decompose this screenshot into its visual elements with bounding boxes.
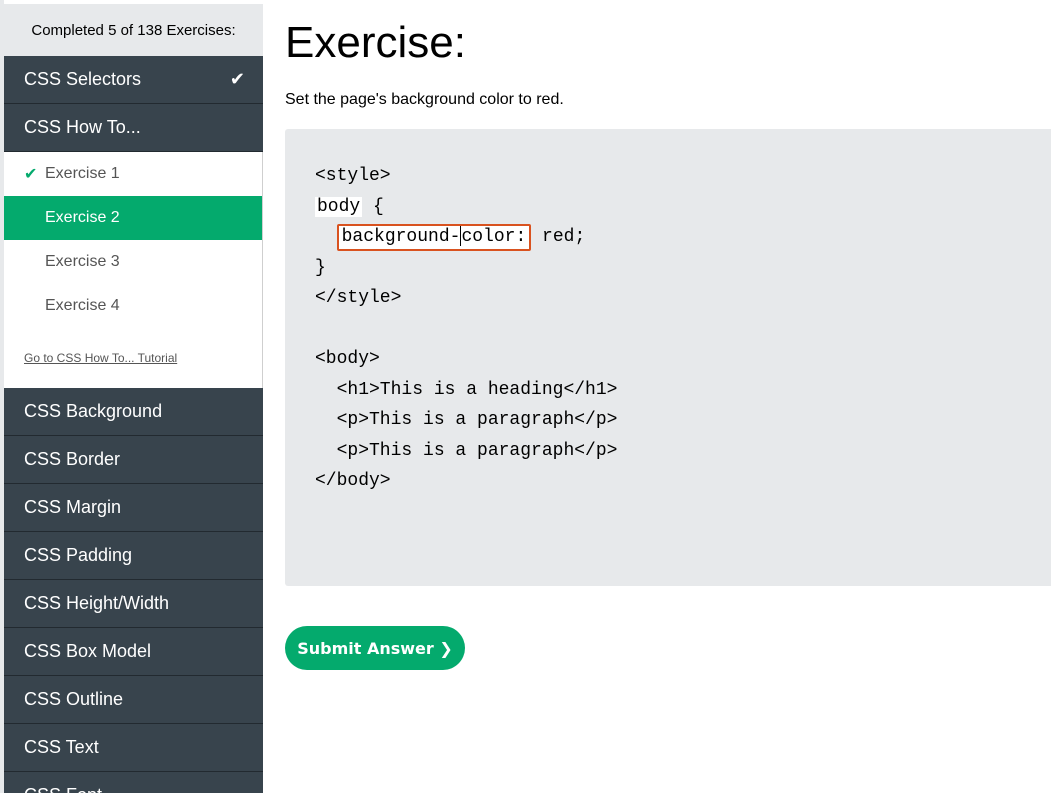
sidebar-category-css-padding[interactable]: CSS Padding [4,532,263,580]
tutorial-link[interactable]: Go to CSS How To... Tutorial [4,328,262,388]
code-selector: body [315,196,363,217]
category-label: CSS How To... [24,117,141,137]
answer-text-after-caret: color: [461,227,527,247]
category-label: CSS Padding [24,545,133,565]
category-label: CSS Text [24,737,99,757]
code-line: } [315,257,326,278]
code-line: </style> [315,288,402,308]
exercise-instruction: Set the page's background color to red. [285,91,564,108]
exercise-item-2[interactable]: Exercise 2 [4,196,262,240]
category-label: CSS Background [24,401,163,421]
sidebar-category-css-box-model[interactable]: CSS Box Model [4,628,263,676]
check-icon: ✔ [24,166,38,183]
code-line: <p>This is a paragraph</p> [315,440,618,461]
code-line: background-color: red; [315,222,1021,253]
main-content: Exercise: Set the page's background colo… [285,0,1051,670]
code-editor: <style> body { background-color: red; } … [285,129,1051,586]
category-label: CSS Font [24,785,102,793]
answer-text-before-caret: background- [341,227,461,247]
code-line: <body> [315,349,380,369]
sidebar-category-css-height-width[interactable]: CSS Height/Width [4,580,263,628]
code-line: </body> [315,471,391,491]
code-line: <style> [315,166,391,186]
code-line: <h1>This is a heading</h1> [315,379,618,400]
exercise-label: Exercise 1 [45,165,120,182]
page-title: Exercise: [285,18,466,67]
exercise-label: Exercise 2 [45,209,120,226]
sidebar-category-css-how-to[interactable]: CSS How To... [4,104,263,152]
category-label: CSS Selectors [24,69,142,89]
category-label: CSS Border [24,449,121,469]
category-label: CSS Margin [24,497,122,517]
sidebar-category-css-margin[interactable]: CSS Margin [4,484,263,532]
category-label: CSS Height/Width [24,593,170,613]
sidebar: Completed 5 of 138 Exercises: CSS Select… [0,0,263,793]
exercise-list: ✔ Exercise 1 Exercise 2 Exercise 3 Exerc… [4,152,263,388]
progress-text: Completed 5 of 138 Exercises: [4,0,263,56]
sidebar-category-css-font[interactable]: CSS Font [4,772,263,793]
sidebar-category-css-border[interactable]: CSS Border [4,436,263,484]
code-value: red; [531,227,586,247]
check-icon: ✔ [229,69,245,89]
exercise-item-4[interactable]: Exercise 4 [4,284,262,328]
answer-input[interactable]: background-color: [336,224,532,251]
sidebar-category-css-background[interactable]: CSS Background [4,388,263,436]
sidebar-category-css-selectors[interactable]: CSS Selectors ✔ [4,56,263,104]
category-label: CSS Box Model [24,641,152,661]
code-line: <p>This is a paragraph</p> [315,410,618,430]
exercise-item-3[interactable]: Exercise 3 [4,240,262,284]
sidebar-category-css-text[interactable]: CSS Text [4,724,263,772]
exercise-label: Exercise 4 [45,297,120,314]
exercise-item-1[interactable]: ✔ Exercise 1 [4,152,262,196]
sidebar-category-css-outline[interactable]: CSS Outline [4,676,263,724]
exercise-label: Exercise 3 [45,253,120,270]
code-line: body { [315,192,1021,223]
submit-answer-button[interactable]: Submit Answer ❯ [285,626,465,670]
category-label: CSS Outline [24,689,124,709]
code-brace: { [362,196,384,217]
